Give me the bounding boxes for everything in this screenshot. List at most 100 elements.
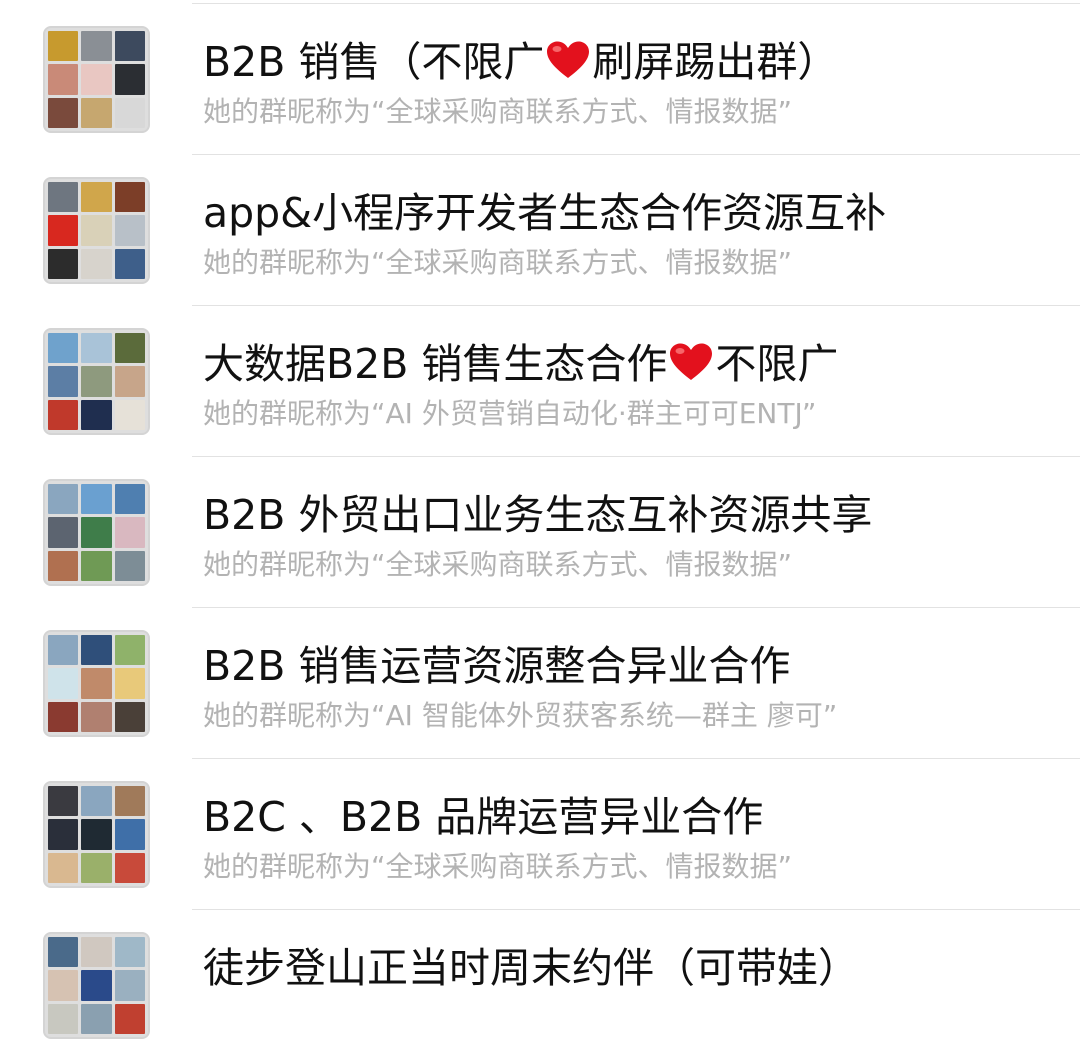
avatar-tile [114,852,145,883]
group-title: 大数据B2B 销售生态合作 不限广 [203,335,838,393]
group-nickname-subtitle: 她的群昵称为“全球采购商联系方式、情报数据” [203,95,793,128]
avatar-tile [114,635,145,666]
avatar-tile [81,819,112,850]
avatar-tile [48,31,79,62]
avatar-tile [114,97,145,128]
avatar-tile [48,668,79,699]
avatar-tile [48,937,79,968]
avatar-tile [48,399,79,430]
avatar-tile [48,701,79,732]
avatar-tile [48,366,79,397]
group-title-text: B2B 销售（不限广 [203,38,545,86]
group-avatar[interactable] [43,177,150,284]
avatar-tile [81,182,112,213]
group-avatar[interactable] [43,932,150,1039]
group-title-text: 不限广 [715,340,839,388]
avatar-tile [114,399,145,430]
avatar-tile [114,31,145,62]
group-nickname-subtitle: 她的群昵称为“AI 智能体外贸获客系统—群主 廖可” [203,699,838,732]
group-title-text: B2B 外贸出口业务生态互补资源共享 [203,491,873,539]
group-nickname-subtitle: 她的群昵称为“全球采购商联系方式、情报数据” [203,548,793,581]
avatar-tile [81,668,112,699]
avatar-tile [81,248,112,279]
divider [192,456,1080,457]
divider [192,305,1080,306]
group-nickname-subtitle: 她的群昵称为“全球采购商联系方式、情报数据” [203,850,793,883]
avatar-tile [114,248,145,279]
avatar-tile [81,517,112,548]
group-row[interactable]: app&小程序开发者生态合作资源互补她的群昵称为“全球采购商联系方式、情报数据” [0,154,1080,305]
avatar-tile [81,399,112,430]
divider [192,3,1080,4]
group-title: app&小程序开发者生态合作资源互补 [203,184,886,242]
group-title-text: 大数据B2B 销售生态合作 [203,340,668,388]
divider [192,607,1080,608]
avatar-tile [48,550,79,581]
avatar-tile [48,182,79,213]
avatar-tile [81,786,112,817]
avatar-tile [81,701,112,732]
avatar-tile [81,550,112,581]
group-nickname-subtitle: 她的群昵称为“全球采购商联系方式、情报数据” [203,246,793,279]
avatar-tile [114,668,145,699]
group-list: B2B 销售（不限广 刷屏踢出群） 她的群昵称为“全球采购商联系方式、情报数据” ap… [0,0,1080,1039]
avatar-tile [114,366,145,397]
group-title-text: 刷屏踢出群） [592,38,839,86]
avatar-tile [81,1003,112,1034]
group-row[interactable]: 徒步登山正当时周末约伴（可带娃） [0,909,1080,1060]
group-avatar[interactable] [43,26,150,133]
avatar-tile [114,64,145,95]
avatar-tile [81,852,112,883]
avatar-tile [81,97,112,128]
group-avatar[interactable] [43,479,150,586]
avatar-tile [48,333,79,364]
divider [192,909,1080,910]
group-title-text: B2C 、B2B 品牌运营异业合作 [203,793,764,841]
red-heart-icon [670,343,713,380]
avatar-tile [114,215,145,246]
avatar-tile [81,333,112,364]
avatar-tile [114,937,145,968]
avatar-tile [81,215,112,246]
avatar-tile [114,484,145,515]
avatar-tile [81,484,112,515]
avatar-tile [48,215,79,246]
group-title: 徒步登山正当时周末约伴（可带娃） [203,939,859,997]
avatar-tile [48,64,79,95]
group-avatar[interactable] [43,328,150,435]
avatar-tile [114,333,145,364]
red-heart-icon [547,41,590,78]
avatar-tile [81,366,112,397]
avatar-tile [48,248,79,279]
avatar-tile [81,970,112,1001]
group-avatar[interactable] [43,630,150,737]
avatar-tile [114,970,145,1001]
group-row[interactable]: B2C 、B2B 品牌运营异业合作她的群昵称为“全球采购商联系方式、情报数据” [0,758,1080,909]
group-title: B2B 外贸出口业务生态互补资源共享 [203,486,872,544]
avatar-tile [81,64,112,95]
group-title: B2B 销售（不限广 刷屏踢出群） [203,33,838,91]
group-row[interactable]: B2B 销售（不限广 刷屏踢出群） 她的群昵称为“全球采购商联系方式、情报数据” [0,3,1080,154]
group-title: B2C 、B2B 品牌运营异业合作 [203,788,763,846]
avatar-tile [48,786,79,817]
avatar-tile [114,550,145,581]
group-row[interactable]: B2B 外贸出口业务生态互补资源共享她的群昵称为“全球采购商联系方式、情报数据” [0,456,1080,607]
group-row[interactable]: B2B 销售运营资源整合异业合作她的群昵称为“AI 智能体外贸获客系统—群主 廖… [0,607,1080,758]
avatar-tile [48,819,79,850]
group-title-text: B2B 销售运营资源整合异业合作 [203,642,791,690]
avatar-tile [48,97,79,128]
avatar-tile [48,970,79,1001]
divider [192,154,1080,155]
avatar-tile [48,635,79,666]
avatar-tile [81,635,112,666]
group-nickname-subtitle: 她的群昵称为“AI 外贸营销自动化·群主可可ENTJ” [203,397,817,430]
group-row[interactable]: 大数据B2B 销售生态合作 不限广她的群昵称为“AI 外贸营销自动化·群主可可EN… [0,305,1080,456]
group-title-text: app&小程序开发者生态合作资源互补 [203,189,887,237]
avatar-tile [114,786,145,817]
group-title-text: 徒步登山正当时周末约伴（可带娃） [203,944,859,992]
avatar-tile [48,484,79,515]
avatar-tile [114,701,145,732]
avatar-tile [81,31,112,62]
avatar-tile [48,517,79,548]
group-avatar[interactable] [43,781,150,888]
